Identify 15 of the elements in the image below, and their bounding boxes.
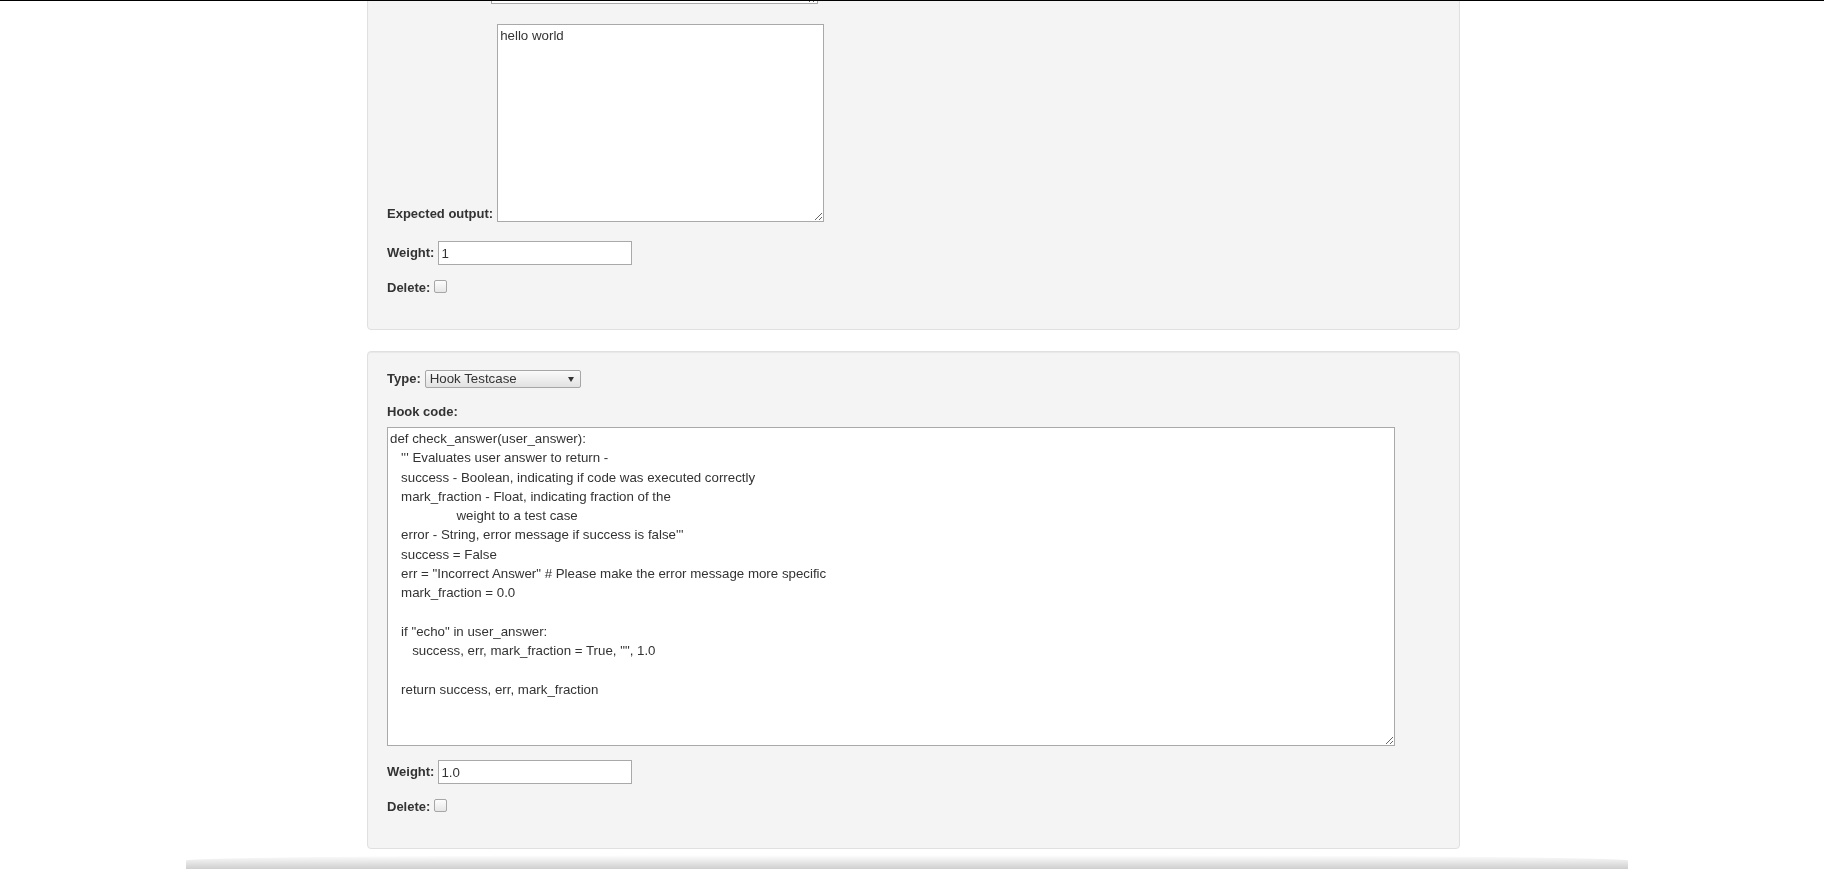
field-label: Delete: [387,799,431,815]
caret-icon [567,376,574,382]
field-label: Hook code: [387,404,458,420]
field-label: Type: [387,371,421,387]
checkbox[interactable] [434,280,448,293]
field-label: Delete: [387,280,431,296]
field-label: Weight: [387,764,435,780]
field-label: Expected output: [387,206,494,222]
checkbox[interactable] [434,799,448,812]
input-field[interactable]: 1.0 [438,760,633,784]
type-dropdown[interactable]: Hook Testcase [424,370,581,388]
code-editor[interactable]: def check_answer(user_answer): ''' Evaluates user answer to return - success - Boolean, indicating if code was executed correctly mark_fraction - Float, indicating fraction of the weight to a test case error - String, error message if success is false''' success = False err = "Incorrect Answer" # Please make the error message more specific mark_fraction = 0.0 if "echo" in user_answer: success, err, mark_fraction = True, "", 1.0 return success, err, mark_fraction [387,427,1395,746]
input-field[interactable]: 1 [438,241,633,265]
field-label: Weight: [387,245,435,261]
text-area[interactable]: hello world [497,24,825,222]
